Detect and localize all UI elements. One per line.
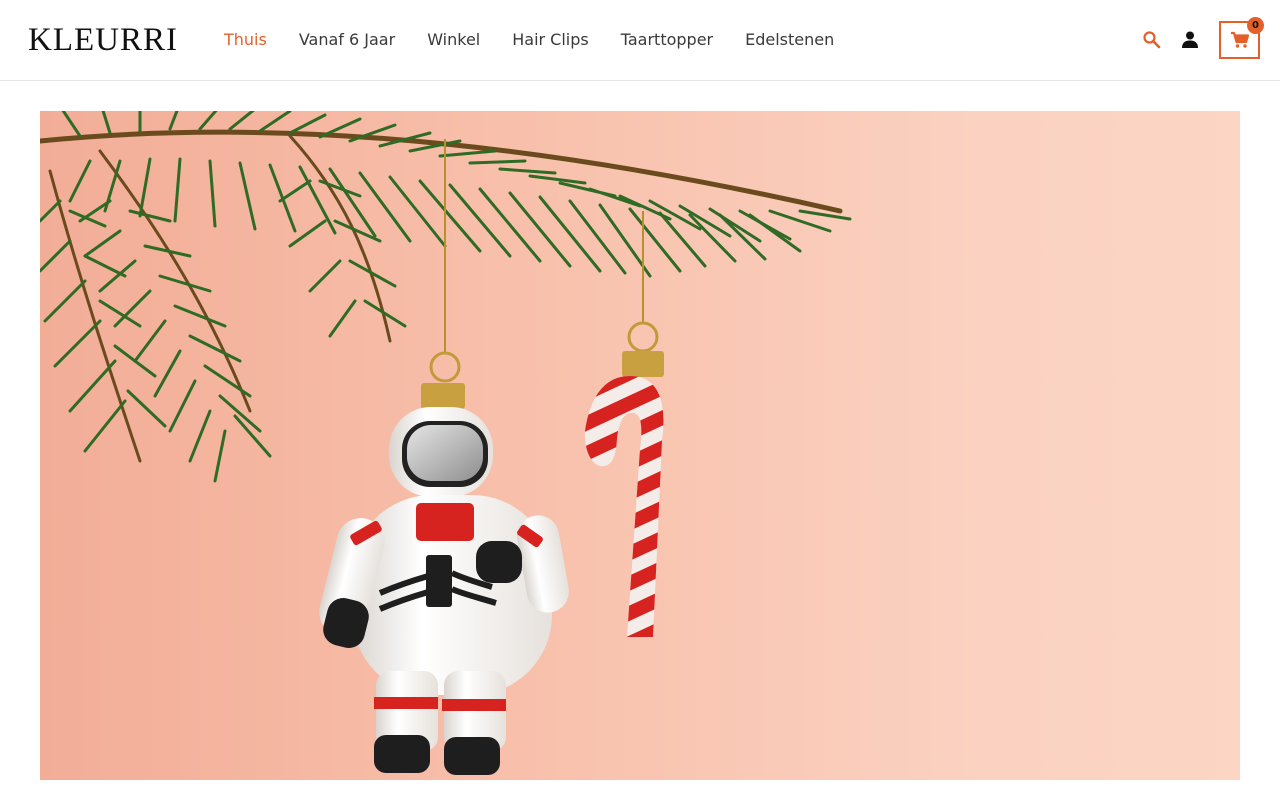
hero-banner [40, 111, 1240, 780]
cart-icon [1230, 31, 1249, 48]
main-nav: Thuis Vanaf 6 Jaar Winkel Hair Clips Taa… [224, 29, 866, 51]
cart-count-badge: 0 [1247, 17, 1264, 34]
user-icon [1182, 31, 1198, 48]
candy-cane-ornament [584, 321, 664, 637]
account-button[interactable] [1180, 30, 1200, 50]
site-header: KLEURRI Thuis Vanaf 6 Jaar Winkel Hair C… [0, 0, 1280, 81]
search-button[interactable] [1142, 30, 1162, 50]
nav-item-vanaf-6-jaar[interactable]: Vanaf 6 Jaar [299, 29, 395, 51]
site-logo[interactable]: KLEURRI [28, 21, 178, 59]
nav-item-hair-clips[interactable]: Hair Clips [512, 29, 589, 51]
nav-item-winkel[interactable]: Winkel [427, 29, 480, 51]
nav-item-thuis[interactable]: Thuis [224, 29, 267, 51]
astronaut-ornament [319, 351, 569, 775]
nav-item-edelstenen[interactable]: Edelstenen [745, 29, 834, 51]
hero-image [40, 111, 852, 775]
search-icon [1143, 31, 1161, 49]
cart-button[interactable]: 0 [1219, 17, 1264, 59]
nav-item-taarttopper[interactable]: Taarttopper [621, 29, 713, 51]
